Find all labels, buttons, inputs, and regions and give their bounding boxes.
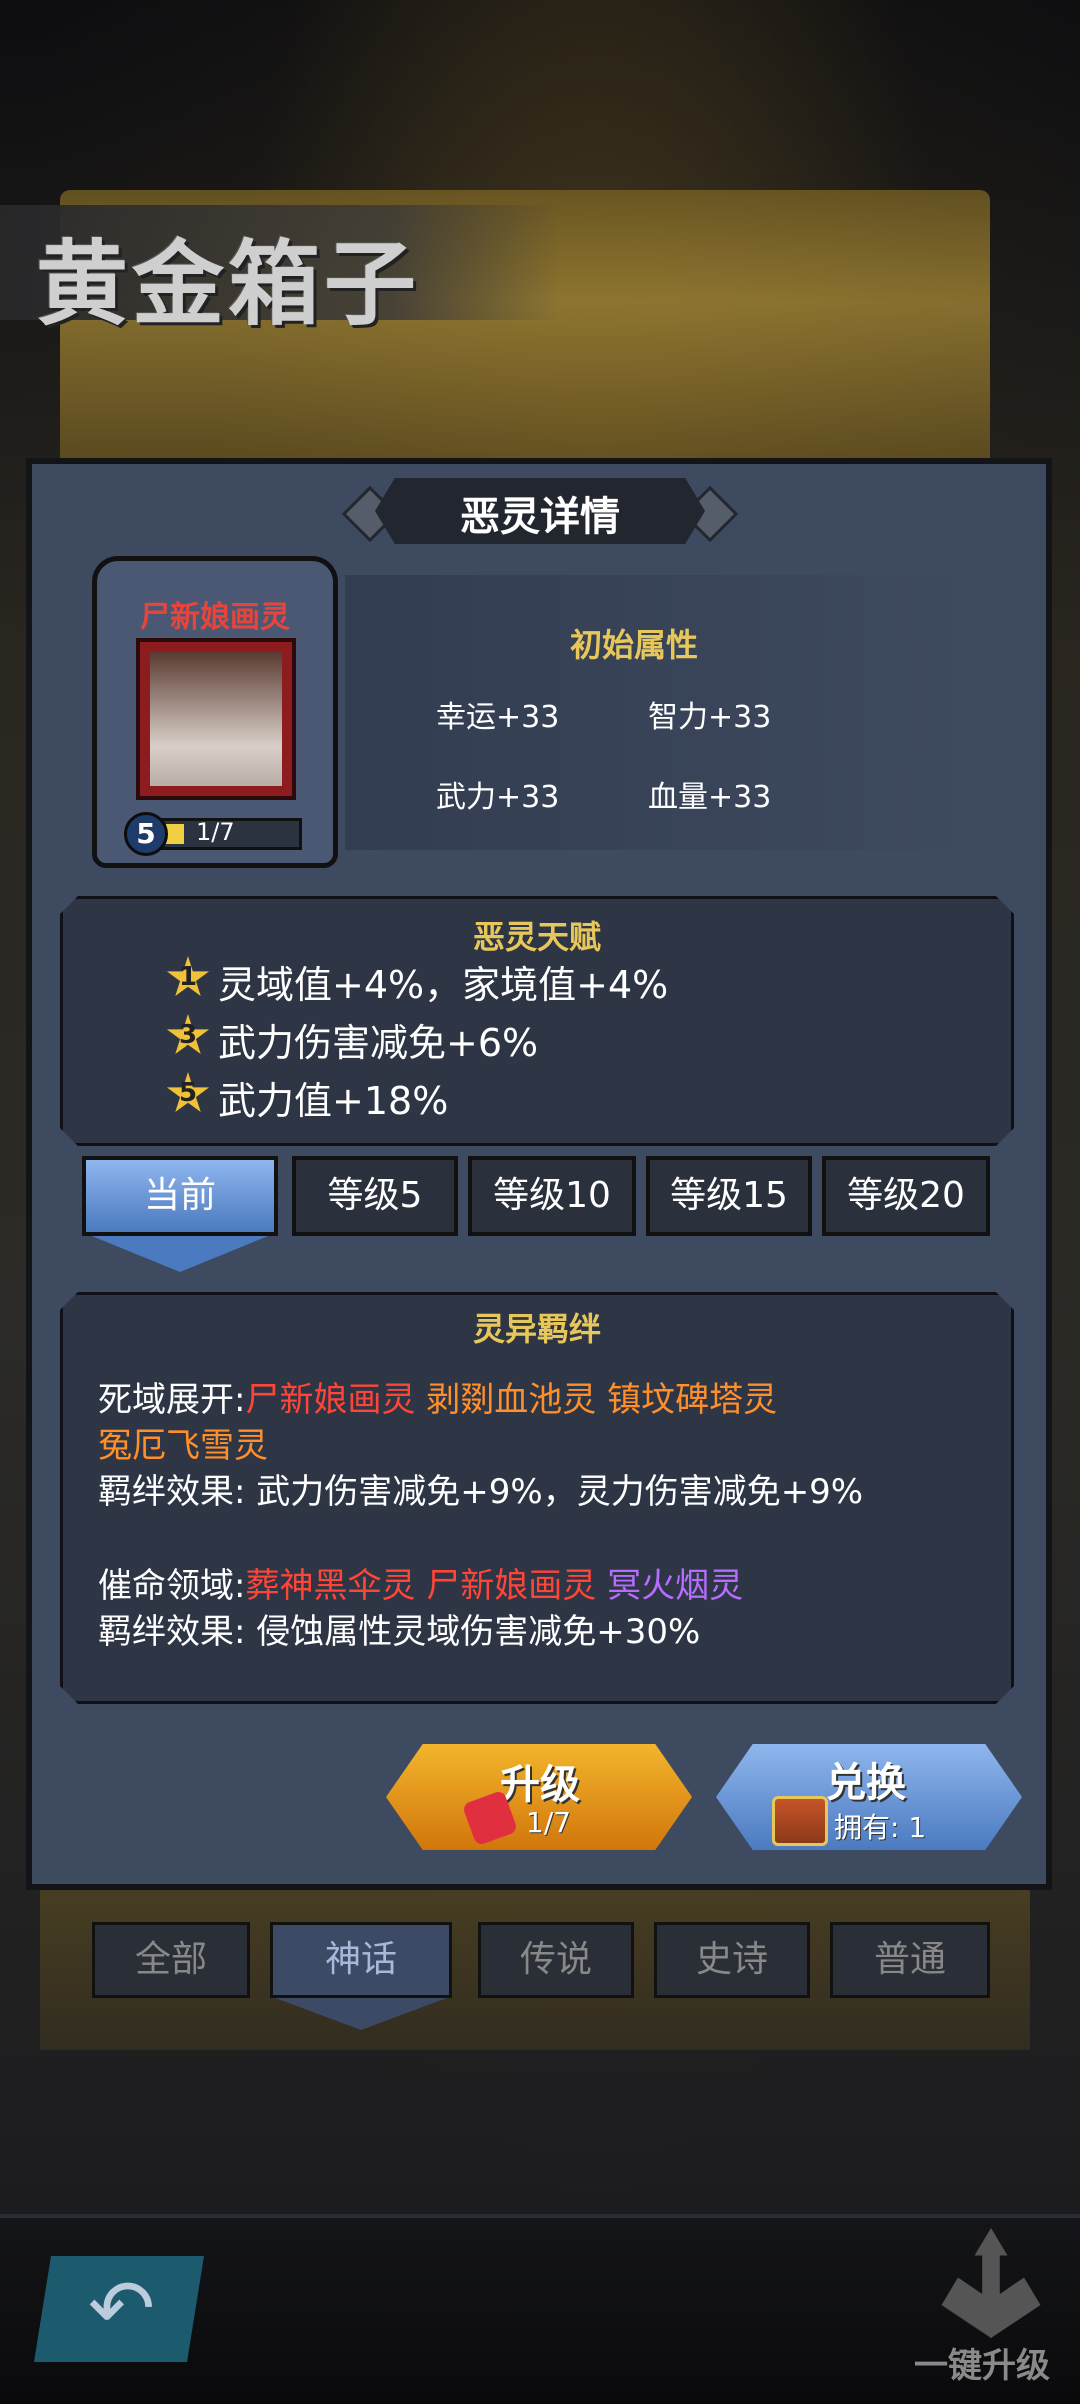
upgrade-all-button[interactable]: 一键升级 <box>914 2338 1050 2387</box>
tab-level-5[interactable]: 等级5 <box>292 1156 458 1236</box>
talent-star-5: 5 <box>178 1078 198 1108</box>
bond-group-2-line: 催命领域:葬神黑伞灵 尸新娘画灵 冥火烟灵 <box>98 1558 743 1607</box>
attributes-title: 初始属性 <box>570 626 699 664</box>
talent-5: 武力值+18% <box>218 1079 449 1123</box>
bond-group-1-effect: 羁绊效果: 武力伤害减免+9%，灵力伤害减免+9% <box>98 1472 864 1512</box>
tab-level-15[interactable]: 等级15 <box>646 1156 812 1236</box>
spirit-name: 尸新娘画灵 <box>140 600 290 635</box>
bond-member: 镇坟碑塔灵 <box>607 1380 778 1420</box>
talent-1: 灵域值+4%，家境值+4% <box>218 963 669 1007</box>
spirit-level-badge: 5 <box>124 812 168 856</box>
tab-epic[interactable]: 史诗 <box>654 1922 810 1998</box>
attribute-force: 武力+33 <box>436 780 560 815</box>
bond-member: 冤厄飞雪灵 <box>98 1426 268 1466</box>
tab-legend[interactable]: 传说 <box>478 1922 634 1998</box>
talent-3: 武力伤害减免+6% <box>218 1021 539 1065</box>
tab-myth[interactable]: 神话 <box>270 1922 452 1998</box>
bond-member: 冥火烟灵 <box>607 1566 744 1606</box>
bond-member: 尸新娘画灵 <box>426 1566 597 1606</box>
attribute-hp: 血量+33 <box>648 780 772 815</box>
spirit-progress-fill <box>166 824 184 844</box>
page-title: 黄金箱子 <box>36 231 421 338</box>
panel-title: 恶灵详情 <box>460 494 620 540</box>
bond-group-1-name: 死域展开: <box>98 1380 246 1420</box>
chest-icon <box>772 1796 828 1846</box>
spirit-progress-text: 1/7 <box>196 818 235 846</box>
attribute-intellect: 智力+33 <box>648 700 772 735</box>
talent-star-1: 1 <box>178 962 198 992</box>
tab-level-20[interactable]: 等级20 <box>822 1156 990 1236</box>
exchange-button-label: 兑换 <box>826 1760 906 1806</box>
tab-normal[interactable]: 普通 <box>830 1922 990 1998</box>
bond-member: 尸新娘画灵 <box>245 1380 416 1420</box>
exchange-owned: 拥有: 1 <box>834 1811 927 1844</box>
bond-group-2-effect: 羁绊效果: 侵蚀属性灵域伤害减免+30% <box>98 1612 701 1652</box>
back-arrow-icon: ↶ <box>88 2262 156 2355</box>
bond-group-2-name: 催命领域: <box>98 1566 246 1606</box>
attribute-luck: 幸运+33 <box>436 700 560 735</box>
upgrade-button-count: 1/7 <box>526 1806 572 1839</box>
talent-star-3: 3 <box>178 1020 198 1050</box>
tab-level-10[interactable]: 等级10 <box>468 1156 636 1236</box>
bond-group-1-line: 死域展开:尸新娘画灵 剥剟血池灵 镇坟碑塔灵 <box>98 1372 777 1421</box>
bond-member: 葬神黑伞灵 <box>245 1566 416 1606</box>
spirit-portrait-image <box>150 652 282 786</box>
upgrade-button-label: 升级 <box>500 1762 580 1808</box>
bond-member: 剥剟血池灵 <box>426 1380 597 1420</box>
tab-current[interactable]: 当前 <box>82 1156 278 1236</box>
talent-title: 恶灵天赋 <box>472 918 601 956</box>
tab-all[interactable]: 全部 <box>92 1922 250 1998</box>
bond-title: 灵异羁绊 <box>472 1310 601 1348</box>
